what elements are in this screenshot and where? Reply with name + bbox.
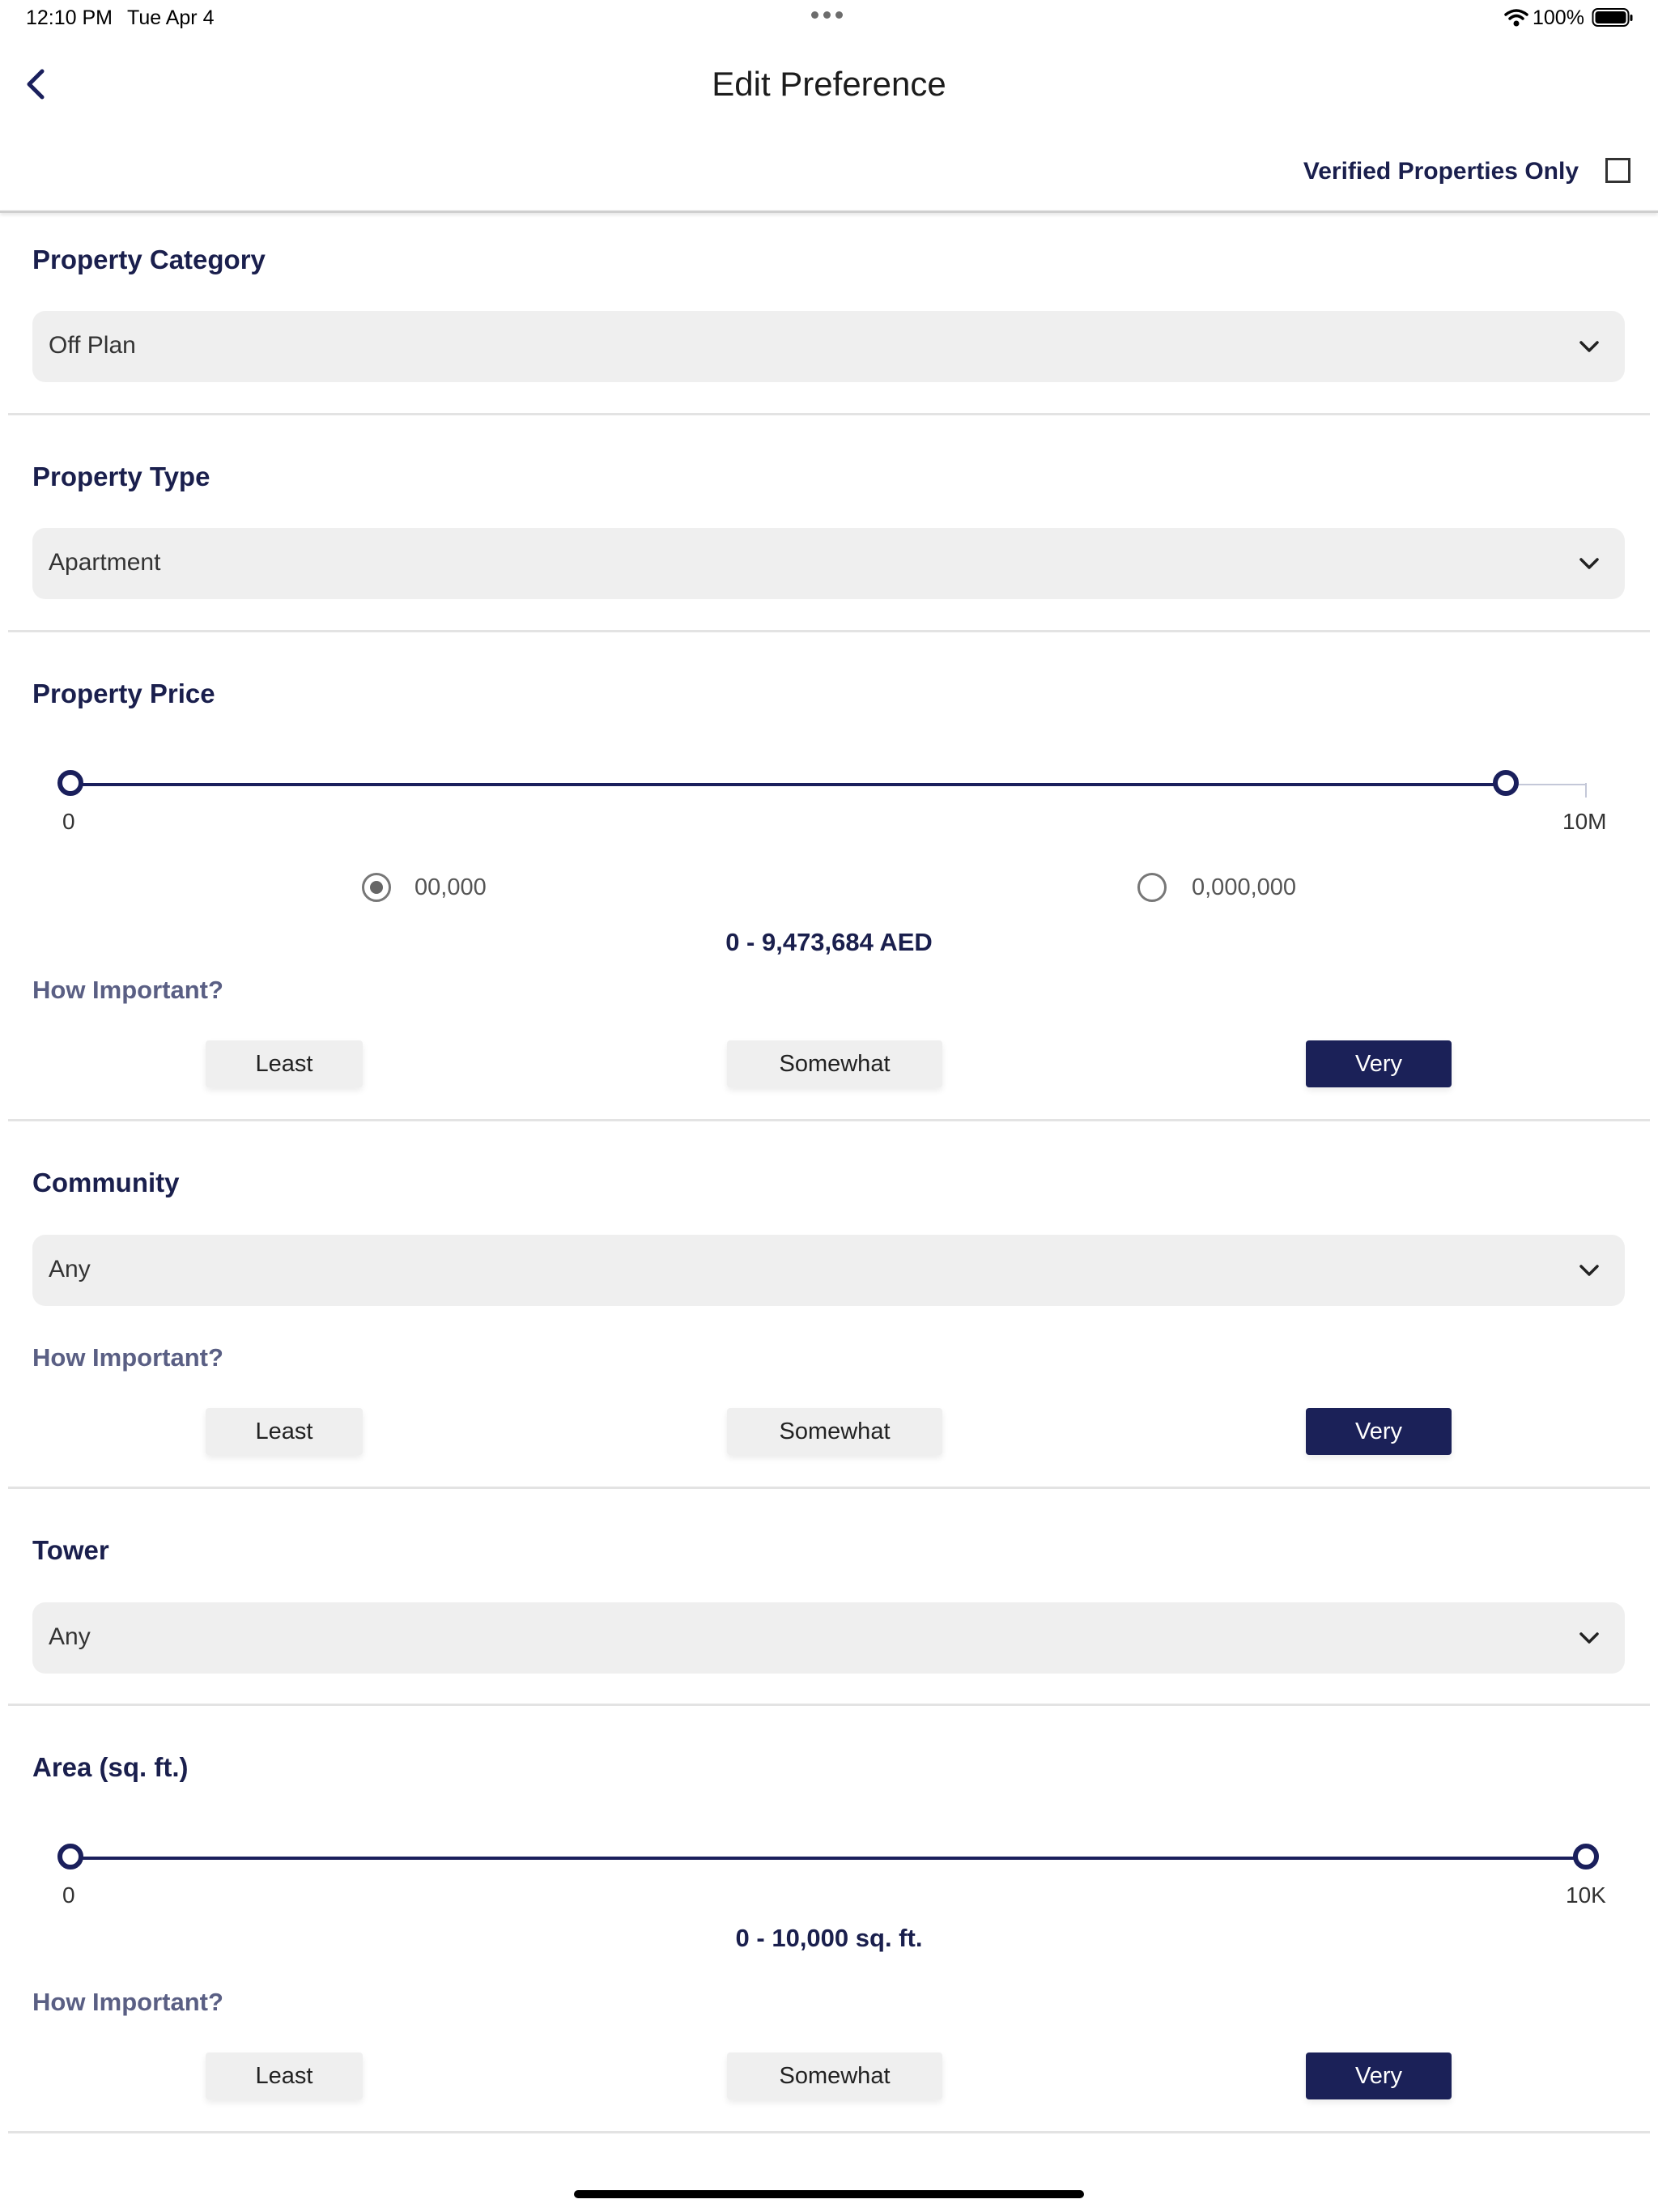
price-slider-min-handle[interactable]: [57, 770, 83, 796]
area-max-label: 10K: [1566, 1882, 1606, 1908]
property-type-title: Property Type: [32, 462, 210, 491]
community-importance-label: How Important?: [32, 1343, 223, 1372]
area-range-text: 0 - 10,000 sq. ft.: [735, 1924, 923, 1952]
section-divider: [8, 1487, 1650, 1489]
price-importance-very-button[interactable]: Very: [1306, 1040, 1452, 1087]
status-date: Tue Apr 4: [127, 6, 215, 29]
verified-properties-checkbox[interactable]: [1605, 158, 1630, 183]
area-slider-max-handle[interactable]: [1573, 1844, 1599, 1870]
section-divider: [8, 630, 1650, 632]
price-radio-option-2[interactable]: [1137, 873, 1167, 902]
property-price-title: Property Price: [32, 678, 215, 708]
section-divider: [8, 1704, 1650, 1706]
section-divider: [8, 413, 1650, 415]
price-radio-label-2: 0,000,000: [1192, 874, 1297, 900]
price-max-label: 10M: [1562, 809, 1607, 834]
chevron-down-icon: [1579, 1265, 1599, 1276]
area-importance-least-button[interactable]: Least: [206, 2052, 363, 2099]
page-title: Edit Preference: [712, 65, 946, 103]
price-slider-fill: [70, 783, 1507, 786]
price-importance-somewhat-button[interactable]: Somewhat: [727, 1040, 942, 1087]
property-type-value: Apartment: [49, 549, 161, 576]
price-radio-option-1[interactable]: [362, 873, 391, 902]
price-min-label: 0: [62, 809, 75, 834]
property-category-value: Off Plan: [49, 332, 136, 359]
area-importance-label: How Important?: [32, 1988, 223, 2016]
community-importance-very-button[interactable]: Very: [1306, 1408, 1452, 1455]
area-title: Area (sq. ft.): [32, 1752, 189, 1782]
section-divider: [8, 1119, 1650, 1121]
multitasking-dots-icon[interactable]: [811, 11, 843, 19]
verified-properties-label: Verified Properties Only: [1303, 158, 1579, 185]
property-type-dropdown[interactable]: Apartment: [32, 528, 1625, 599]
area-importance-somewhat-button[interactable]: Somewhat: [727, 2052, 942, 2099]
area-slider-fill: [70, 1857, 1586, 1860]
area-slider-min-handle[interactable]: [57, 1844, 83, 1870]
price-importance-label: How Important?: [32, 976, 223, 1004]
wifi-icon: [1504, 9, 1528, 27]
tower-dropdown[interactable]: Any: [32, 1602, 1625, 1674]
price-radio-label-1: 00,000: [414, 874, 487, 900]
price-slider-track[interactable]: [70, 783, 1586, 786]
chevron-down-icon: [1579, 1632, 1599, 1644]
battery-percent: 100%: [1533, 6, 1584, 29]
tower-value: Any: [49, 1623, 91, 1650]
price-importance-least-button[interactable]: Least: [206, 1040, 363, 1087]
battery-icon: [1592, 8, 1633, 27]
chevron-down-icon: [1579, 558, 1599, 569]
area-slider-track[interactable]: [70, 1857, 1586, 1860]
community-title: Community: [32, 1168, 180, 1197]
section-divider: [8, 2131, 1650, 2133]
tower-title: Tower: [32, 1535, 109, 1565]
community-value: Any: [49, 1256, 91, 1283]
price-slider-max-handle[interactable]: [1493, 770, 1520, 796]
community-importance-least-button[interactable]: Least: [206, 1408, 363, 1455]
home-indicator[interactable]: [574, 2190, 1084, 2198]
price-slider-end-tick: [1585, 783, 1587, 798]
chevron-down-icon: [1579, 341, 1599, 352]
community-importance-somewhat-button[interactable]: Somewhat: [727, 1408, 942, 1455]
area-importance-very-button[interactable]: Very: [1306, 2052, 1452, 2099]
area-min-label: 0: [62, 1882, 75, 1908]
header-divider: [0, 211, 1658, 213]
price-range-text: 0 - 9,473,684 AED: [725, 928, 933, 956]
community-dropdown[interactable]: Any: [32, 1235, 1625, 1306]
property-category-title: Property Category: [32, 245, 266, 274]
property-category-dropdown[interactable]: Off Plan: [32, 311, 1625, 382]
status-time: 12:10 PM: [26, 6, 113, 29]
